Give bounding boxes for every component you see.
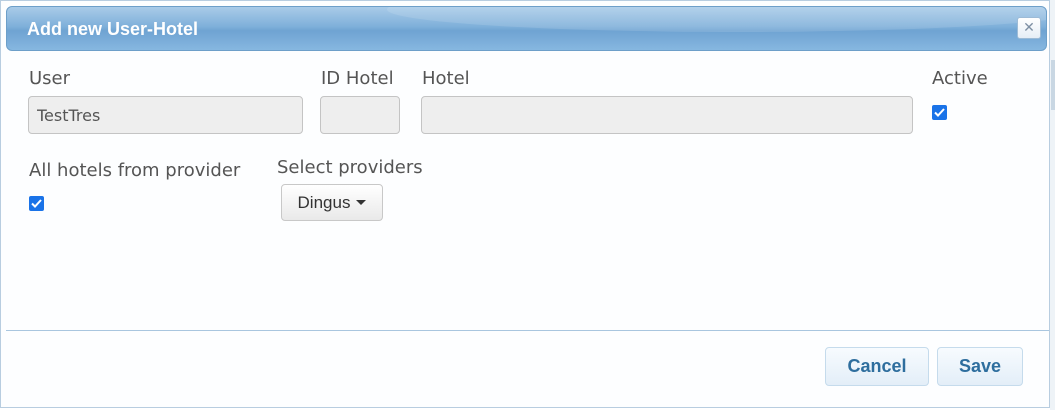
id-hotel-input[interactable] [320,96,400,134]
caret-down-icon [356,200,367,205]
active-checkbox[interactable] [932,105,947,120]
dialog-title: Add new User-Hotel [27,19,199,39]
all-hotels-checkbox[interactable] [29,196,44,211]
providers-dropdown[interactable]: Dingus [281,184,383,221]
dialog-titlebar[interactable]: Add new User-Hotel ✕ [6,6,1047,51]
checkmark-icon [31,199,42,208]
add-user-hotel-dialog: Add new User-Hotel ✕ User ID Hotel Hotel… [0,0,1050,408]
user-label: User [29,68,71,89]
save-button[interactable]: Save [937,347,1023,386]
select-providers-label: Select providers [277,157,423,178]
close-icon[interactable]: ✕ [1017,17,1041,39]
user-input[interactable] [28,96,303,134]
active-label: Active [932,68,988,89]
hotel-input[interactable] [421,96,913,134]
hotel-label: Hotel [422,68,470,89]
id-hotel-label: ID Hotel [321,68,394,89]
cancel-button[interactable]: Cancel [825,347,929,386]
checkmark-icon [934,108,945,117]
all-hotels-label: All hotels from provider [29,160,241,181]
scrollbar-thumb[interactable] [1051,60,1055,110]
scrollbar[interactable] [1050,0,1055,410]
providers-selected-value: Dingus [297,192,351,212]
footer-divider [6,330,1049,331]
